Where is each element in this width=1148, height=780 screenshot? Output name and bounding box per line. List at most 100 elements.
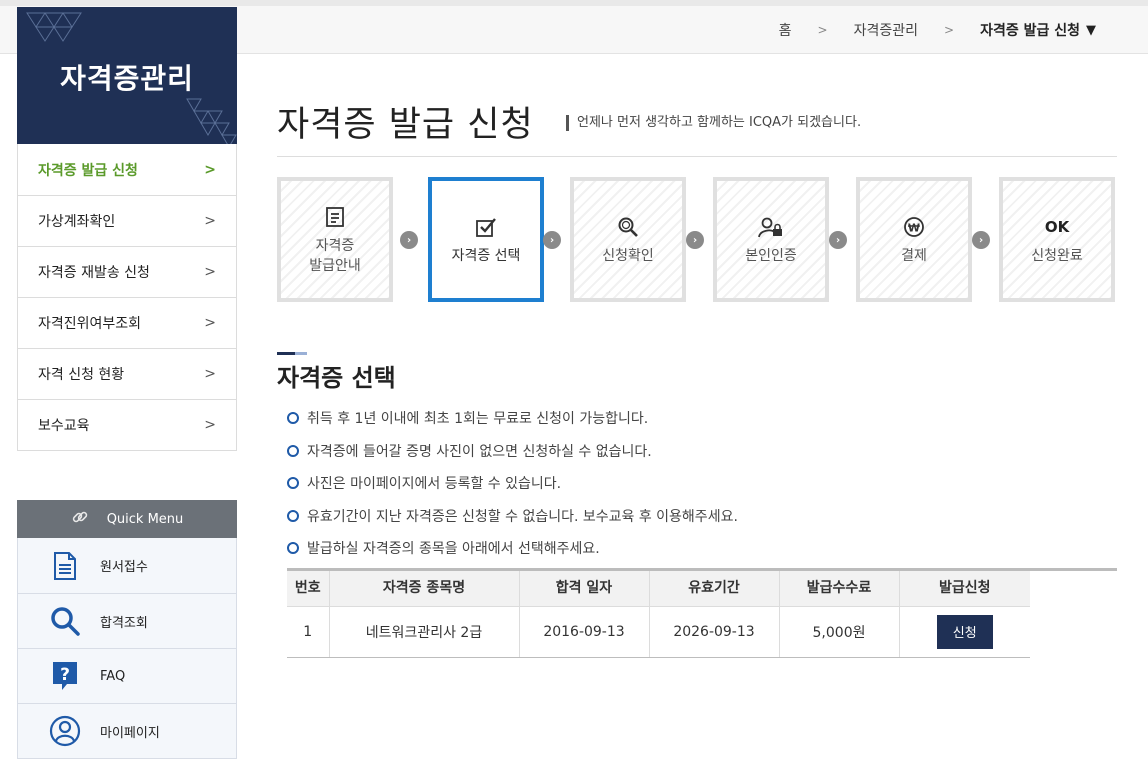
- triangle-pattern-icon: [26, 12, 82, 42]
- col-header-name: 자격증 종목명: [329, 568, 520, 607]
- list-item: 발급하실 자격증의 종목을 아래에서 선택해주세요.: [287, 532, 738, 565]
- cell-no: 1: [287, 606, 330, 658]
- step-arrow-icon: ›: [972, 231, 990, 249]
- circle-bullet-icon: [287, 542, 299, 555]
- quick-item-result[interactable]: 합격조회: [18, 593, 236, 648]
- step-verify: 본인인증: [713, 177, 829, 302]
- breadcrumb-current[interactable]: 자격증 발급 신청: [980, 20, 1080, 40]
- sidebar-item-status[interactable]: 자격 신청 현황 >: [18, 348, 236, 399]
- notice-text: 발급하실 자격증의 종목을 아래에서 선택해주세요.: [307, 541, 600, 558]
- question-icon: ?: [48, 659, 82, 693]
- sidebar-item-label: 자격 신청 현황: [38, 367, 125, 383]
- notice-list: 취득 후 1년 이내에 최초 1회는 무료로 신청이 가능합니다. 자격증에 들…: [287, 402, 738, 565]
- user-lock-icon: [758, 214, 784, 240]
- step-label: 신청확인: [602, 247, 654, 264]
- quick-item-mypage[interactable]: 마이페이지: [18, 703, 236, 758]
- breadcrumb: 홈 > 자격증관리 > 자격증 발급 신청 ▼: [779, 20, 1096, 40]
- sidebar-item-certificate-issue[interactable]: 자격증 발급 신청 >: [18, 144, 236, 195]
- sidebar-item-label: 자격증 재발송 신청: [38, 265, 150, 281]
- user-circle-icon: [48, 714, 82, 748]
- circle-bullet-icon: [287, 477, 299, 490]
- won-coin-icon: ₩: [901, 214, 927, 240]
- triangle-pattern-icon: [186, 98, 237, 144]
- chevron-right-icon: >: [204, 264, 216, 280]
- chevron-right-icon: >: [204, 366, 216, 382]
- notice-text: 취득 후 1년 이내에 최초 1회는 무료로 신청이 가능합니다.: [307, 411, 649, 428]
- step-label: 결제: [901, 247, 927, 264]
- col-header-no: 번호: [287, 568, 330, 607]
- circle-bullet-icon: [287, 412, 299, 425]
- col-header-apply: 발급신청: [899, 568, 1030, 607]
- checkbox-icon: [473, 214, 499, 240]
- sidebar-item-resend[interactable]: 자격증 재발송 신청 >: [18, 246, 236, 297]
- step-select: 자격증 선택: [428, 177, 544, 302]
- step-confirm: 신청확인: [570, 177, 686, 302]
- document-icon: [322, 204, 348, 230]
- sidebar-item-label: 보수교육: [38, 418, 90, 434]
- page-title: 자격증 발급 신청: [277, 105, 534, 145]
- caret-down-icon[interactable]: ▼: [1086, 23, 1096, 38]
- col-header-pass-date: 합격 일자: [519, 568, 650, 607]
- certificate-table: 번호 자격증 종목명 합격 일자 유효기간 발급수수료 발급신청 1 네트워크관…: [287, 568, 1030, 658]
- document-icon: [48, 549, 82, 583]
- list-item: 사진은 마이페이지에서 등록할 수 있습니다.: [287, 467, 738, 500]
- magnifier-icon: [615, 214, 641, 240]
- sidebar-title: 자격증관리: [60, 62, 194, 95]
- section-title: 자격증 선택: [277, 364, 396, 392]
- sidebar-header: 자격증관리: [17, 7, 237, 144]
- cell-apply: 신청: [899, 606, 1030, 658]
- page-subtitle: 언제나 먼저 생각하고 함께하는 ICQA가 되겠습니다.: [566, 115, 861, 131]
- step-guide: 자격증 발급안내: [277, 177, 393, 302]
- sidebar-item-authenticity[interactable]: 자격진위여부조회 >: [18, 297, 236, 348]
- step-label: 본인인증: [745, 247, 797, 264]
- sidebar-item-label: 가상계좌확인: [38, 214, 116, 230]
- notice-text: 유효기간이 지난 자격증은 신청할 수 없습니다. 보수교육 후 이용해주세요.: [307, 508, 738, 525]
- quick-item-label: 마이페이지: [100, 725, 160, 741]
- quick-item-label: 합격조회: [100, 615, 148, 631]
- breadcrumb-separator-icon: >: [817, 23, 828, 37]
- quick-menu-title: Quick Menu: [106, 511, 184, 527]
- search-icon: [48, 604, 82, 638]
- circle-bullet-icon: [287, 509, 299, 522]
- step-complete: OK 신청완료: [999, 177, 1115, 302]
- sidebar-item-virtual-account[interactable]: 가상계좌확인 >: [18, 195, 236, 246]
- sidebar-item-training[interactable]: 보수교육 >: [18, 399, 236, 450]
- cell-name: 네트워크관리사 2급: [329, 606, 520, 658]
- link-icon: [71, 508, 89, 530]
- svg-text:₩: ₩: [908, 221, 920, 234]
- section-title-mark: [277, 352, 307, 355]
- quick-item-label: 원서접수: [100, 560, 148, 575]
- breadcrumb-home[interactable]: 홈: [779, 20, 792, 40]
- quick-menu: 원서접수 합격조회 ? FAQ 마이페이지: [17, 538, 237, 759]
- sidebar-item-label: 자격증 발급 신청: [38, 162, 138, 179]
- title-divider: [277, 156, 1117, 157]
- step-arrow-icon: ›: [686, 231, 704, 249]
- table-header-row: 번호 자격증 종목명 합격 일자 유효기간 발급수수료 발급신청: [287, 568, 1030, 607]
- chevron-right-icon: >: [204, 161, 216, 178]
- quick-item-application[interactable]: 원서접수: [18, 538, 236, 593]
- apply-button[interactable]: 신청: [936, 614, 993, 649]
- svg-text:?: ?: [60, 665, 70, 685]
- breadcrumb-parent[interactable]: 자격증관리: [854, 20, 918, 40]
- ok-icon: OK: [1044, 217, 1070, 236]
- notice-text: 사진은 마이페이지에서 등록할 수 있습니다.: [307, 476, 562, 493]
- step-arrow-icon: ›: [543, 231, 561, 249]
- step-payment: ₩ 결제: [856, 177, 972, 302]
- list-item: 유효기간이 지난 자격증은 신청할 수 없습니다. 보수교육 후 이용해주세요.: [287, 500, 738, 533]
- chevron-right-icon: >: [204, 213, 216, 229]
- sidebar-menu: 자격증 발급 신청 > 가상계좌확인 > 자격증 재발송 신청 > 자격진위여부…: [17, 144, 237, 451]
- step-label: 자격증 선택: [451, 247, 521, 264]
- cell-fee: 5,000원: [779, 606, 900, 658]
- sidebar-item-label: 자격진위여부조회: [38, 316, 142, 332]
- step-label: 신청완료: [1031, 247, 1083, 264]
- quick-menu-header: Quick Menu: [17, 500, 237, 538]
- chevron-right-icon: >: [204, 315, 216, 331]
- table-top-border: [287, 568, 1117, 571]
- step-arrow-icon: ›: [400, 231, 418, 249]
- notice-text: 자격증에 들어갈 증명 사진이 없으면 신청하실 수 없습니다.: [307, 443, 652, 460]
- circle-bullet-icon: [287, 444, 299, 457]
- list-item: 취득 후 1년 이내에 최초 1회는 무료로 신청이 가능합니다.: [287, 402, 738, 435]
- quick-item-label: FAQ: [100, 668, 126, 684]
- step-arrow-icon: ›: [829, 231, 847, 249]
- quick-item-faq[interactable]: ? FAQ: [18, 648, 236, 703]
